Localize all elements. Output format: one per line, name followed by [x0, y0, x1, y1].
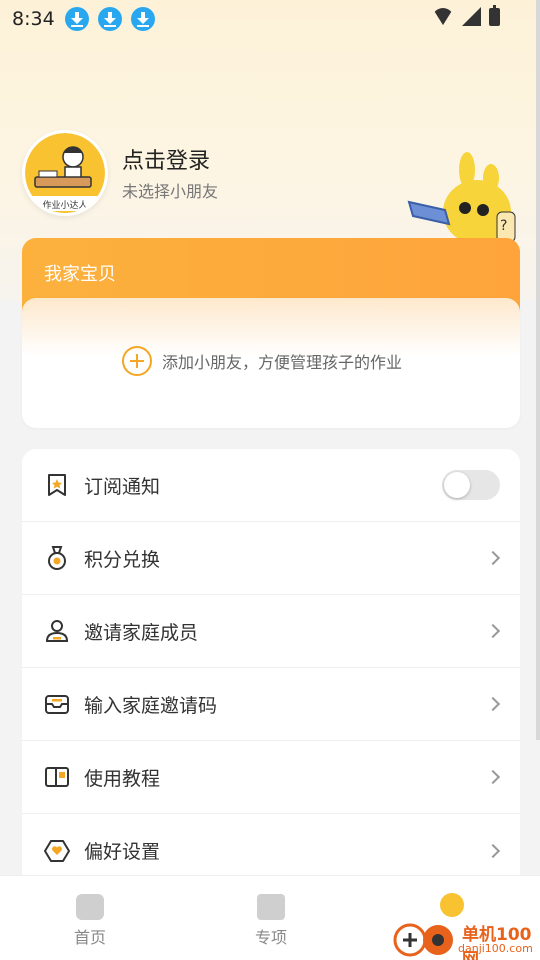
battery-icon — [489, 4, 500, 26]
scrollbar[interactable] — [536, 0, 540, 740]
book-panel-icon — [45, 767, 69, 787]
my-kids-card: 添加小朋友，方便管理孩子的作业 — [22, 298, 520, 428]
watermark: 单机100网 danji100.com — [392, 918, 540, 960]
menu-item-subscribe-notifications[interactable]: 订阅通知 — [22, 449, 520, 522]
signal-icon — [462, 7, 481, 26]
subscribe-notifications-toggle[interactable] — [442, 470, 500, 500]
avatar[interactable]: 作业小达人 — [22, 130, 108, 216]
wifi-icon — [432, 8, 454, 26]
menu-item-label: 偏好设置 — [84, 841, 161, 863]
watermark-logo-icon — [393, 923, 453, 957]
home-icon — [76, 894, 104, 920]
chevron-right-icon — [485, 843, 501, 858]
my-kids-title: 我家宝贝 — [44, 264, 116, 285]
selected-child-status: 未选择小朋友 — [122, 182, 219, 201]
document-icon — [257, 894, 285, 920]
menu-item-label: 使用教程 — [84, 767, 161, 790]
mascot-illustration-icon: ? — [407, 152, 516, 244]
download-icon — [130, 7, 155, 31]
medal-icon — [48, 546, 66, 570]
download-icon — [97, 7, 122, 31]
nav-tab-home[interactable]: 首页 — [50, 894, 130, 948]
chevron-right-icon — [485, 696, 501, 712]
avatar-caption: 作业小达人 — [25, 196, 105, 211]
bookmark-icon — [48, 474, 66, 496]
login-button[interactable]: 点击登录 — [122, 143, 210, 175]
nav-tab-special[interactable]: 专项 — [231, 894, 311, 948]
watermark-url: danji100.com — [458, 942, 533, 955]
menu-item-invite-family[interactable]: 邀请家庭成员 — [22, 595, 520, 668]
status-indicators — [432, 4, 500, 26]
chevron-right-icon — [485, 623, 501, 639]
svg-text:?: ? — [500, 218, 507, 234]
menu-item-label: 邀请家庭成员 — [84, 621, 199, 644]
menu-item-label: 输入家庭邀请码 — [84, 694, 218, 717]
menu-item-tutorial[interactable]: 使用教程 — [22, 741, 520, 814]
status-time: 8:34 — [12, 8, 55, 30]
mailbox-icon — [45, 695, 69, 714]
menu-item-points-exchange[interactable]: 积分兑换 — [22, 522, 520, 595]
chevron-right-icon — [485, 769, 501, 785]
nav-tab-label: 首页 — [73, 928, 106, 947]
nav-tab-label: 专项 — [254, 928, 287, 947]
menu-item-label: 积分兑换 — [84, 548, 161, 571]
menu-item-enter-invite-code[interactable]: 输入家庭邀请码 — [22, 668, 520, 741]
nav-tab-me-icon[interactable] — [440, 893, 464, 917]
person-icon — [45, 620, 69, 642]
settings-menu: 订阅通知 积分兑换 邀请家庭成员 输入家庭邀请码 使用教程 偏好设置 — [22, 449, 520, 889]
chevron-right-icon — [485, 550, 501, 566]
add-child-label: 添加小朋友，方便管理孩子的作业 — [162, 353, 403, 372]
download-icon — [64, 7, 89, 31]
add-child-button[interactable]: 添加小朋友，方便管理孩子的作业 — [122, 346, 402, 376]
menu-item-label: 订阅通知 — [84, 475, 161, 498]
plus-icon — [122, 346, 152, 376]
hexagon-heart-icon — [44, 839, 70, 862]
